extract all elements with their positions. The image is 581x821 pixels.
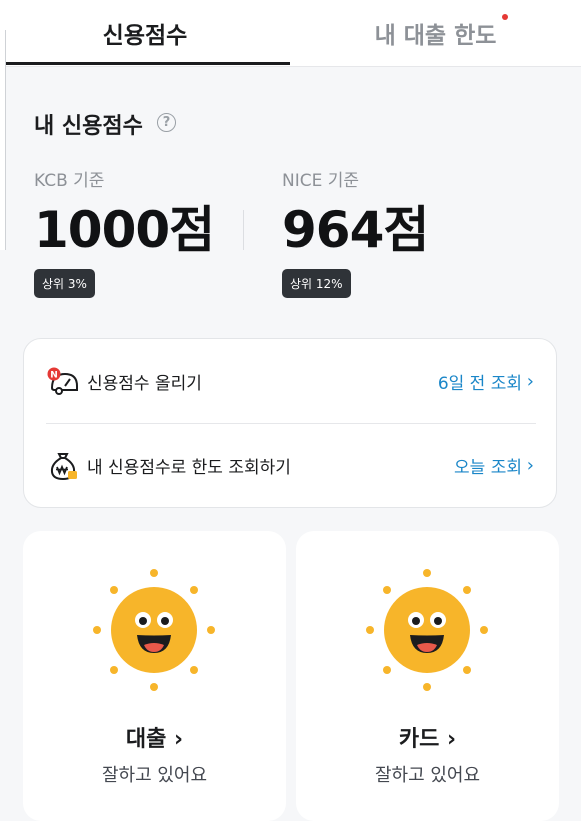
chevron-right-icon: › xyxy=(447,727,457,752)
nice-rank-badge: 상위 12% xyxy=(282,269,351,298)
credit-card-status-card[interactable]: 카드 › 잘하고 있어요 xyxy=(296,531,559,821)
raise-score-row[interactable]: N 신용점수 올리기 6일 전 조회 › xyxy=(24,339,556,423)
svg-text:N: N xyxy=(50,371,58,381)
chevron-right-icon: › xyxy=(526,370,534,392)
credit-card-title: 카드 › xyxy=(398,727,457,752)
tab-label: 내 대출 한도 xyxy=(374,23,497,49)
kcb-score-block: KCB 기준 1000점 상위 3% xyxy=(34,166,215,298)
tab-label: 신용점수 xyxy=(102,23,188,49)
kcb-score: 1000점 xyxy=(34,201,215,259)
credit-card-status: 잘하고 있어요 xyxy=(374,765,481,786)
kcb-bureau-label: KCB 기준 xyxy=(34,171,105,191)
loan-card-title: 대출 › xyxy=(125,727,184,752)
left-edge-panel xyxy=(0,30,6,250)
notification-dot xyxy=(502,14,508,20)
nice-score-block: NICE 기준 964점 상위 12% xyxy=(282,166,429,298)
limit-check-label: 내 신용점수로 한도 조회하기 xyxy=(87,457,291,478)
score-divider xyxy=(243,210,244,250)
kcb-rank-badge: 상위 3% xyxy=(34,269,95,298)
money-bag-icon xyxy=(50,453,77,481)
chevron-right-icon: › xyxy=(174,727,184,752)
nice-bureau-label: NICE 기준 xyxy=(282,171,360,191)
limit-check-status: 오늘 조회 xyxy=(454,457,522,478)
tab-loan-limit[interactable]: 내 대출 한도 xyxy=(290,0,581,66)
raise-score-label: 신용점수 올리기 xyxy=(87,373,202,394)
tab-credit-score[interactable]: 신용점수 xyxy=(0,0,290,66)
smiling-sun-icon xyxy=(366,569,488,691)
active-tab-indicator xyxy=(0,62,290,65)
chevron-right-icon: › xyxy=(526,454,534,476)
nice-score: 964점 xyxy=(282,201,429,259)
section-title: 내 신용점수 xyxy=(34,114,143,139)
actions-card: N 신용점수 올리기 6일 전 조회 › 내 신용점수로 한도 조회하기 오늘 … xyxy=(23,338,557,508)
loan-card-status: 잘하고 있어요 xyxy=(101,765,208,786)
smiling-sun-icon xyxy=(93,569,215,691)
question-circle-icon[interactable]: ? xyxy=(157,113,176,132)
top-tab-bar: 신용점수 내 대출 한도 xyxy=(0,0,581,67)
loan-status-card[interactable]: 대출 › 잘하고 있어요 xyxy=(23,531,286,821)
car-speedometer-icon: N xyxy=(47,367,78,395)
raise-score-status: 6일 전 조회 xyxy=(437,373,522,394)
limit-check-row[interactable]: 내 신용점수로 한도 조회하기 오늘 조회 › xyxy=(24,423,556,507)
